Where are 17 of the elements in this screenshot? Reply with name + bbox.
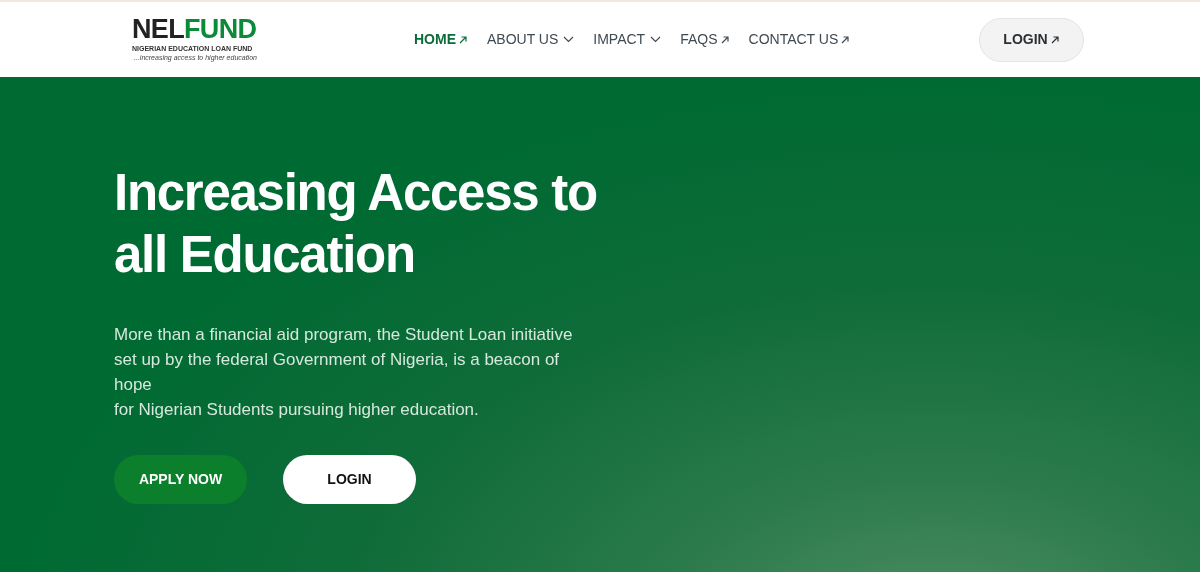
arrow-icon (840, 34, 851, 45)
nav-link[interactable]: IMPACT (593, 29, 662, 50)
arrow-icon (719, 34, 730, 45)
nav-link[interactable]: HOME (414, 29, 468, 50)
hero-paragraph: More than a financial aid program, the Student Loan initiative set up by the federal Government of Nigeria, is a beacon of hope for Nigerian Students pursuing higher education. (114, 324, 574, 421)
nav-link[interactable]: FAQS (680, 29, 730, 50)
arrow-icon (1049, 34, 1060, 45)
login-button[interactable]: LOGIN (283, 455, 416, 504)
login-button[interactable]: LOGIN (979, 17, 1084, 62)
apply-button[interactable]: APPLY NOW (114, 455, 247, 504)
hero-heading: Increasing Access to all Education (114, 163, 598, 285)
chevron-down-icon (650, 36, 662, 43)
arrow-icon (458, 34, 468, 45)
nav-link[interactable]: CONTACT US (748, 29, 851, 50)
chevron-down-icon (563, 36, 575, 43)
logo-wordmark[interactable]: NELFUND (132, 16, 332, 44)
nav-link[interactable]: ABOUT US (487, 29, 575, 50)
